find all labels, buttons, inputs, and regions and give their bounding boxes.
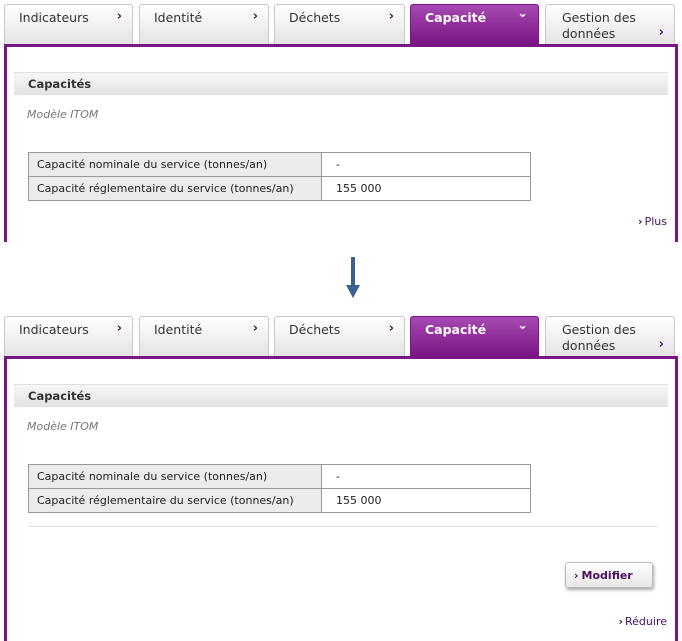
- divider: [28, 526, 658, 527]
- tab-label: Capacité: [425, 10, 487, 25]
- tab-label: Déchets: [289, 10, 341, 25]
- tab-bar: Indicateurs › Identité › Déchets › Capac…: [0, 4, 682, 48]
- row-value: 155 000: [321, 488, 531, 513]
- reduire-link-label: Réduire: [625, 615, 667, 628]
- tab-label: Déchets: [289, 322, 341, 337]
- row-value: -: [321, 464, 531, 489]
- chevron-right-icon: ›: [116, 321, 122, 336]
- model-subtitle: Modèle ITOM: [27, 108, 99, 121]
- content-panel: Capacités Modèle ITOM Capacité nominale …: [4, 44, 678, 242]
- reduire-link[interactable]: › Réduire: [618, 615, 667, 628]
- tab-identite[interactable]: Identité ›: [139, 4, 269, 44]
- tab-gestion-des-donnees[interactable]: Gestion des données ›: [545, 316, 675, 356]
- panel-before: Indicateurs › Identité › Déchets › Capac…: [0, 4, 682, 242]
- chevron-down-icon: ⌄: [517, 318, 528, 333]
- tab-dechets[interactable]: Déchets ›: [274, 4, 405, 44]
- row-label: Capacité nominale du service (tonnes/an): [28, 152, 322, 177]
- tab-bar: Indicateurs › Identité › Déchets › Capac…: [0, 316, 682, 360]
- section-header: Capacités: [14, 72, 668, 95]
- panel-after: Indicateurs › Identité › Déchets › Capac…: [0, 316, 682, 641]
- down-arrow-icon: [346, 257, 360, 298]
- tab-gestion-des-donnees[interactable]: Gestion des données ›: [545, 4, 675, 44]
- tab-label: Gestion des données: [562, 10, 636, 41]
- row-label: Capacité réglementaire du service (tonne…: [28, 176, 322, 201]
- row-label: Capacité nominale du service (tonnes/an): [28, 464, 322, 489]
- tab-label: Identité: [154, 10, 203, 25]
- model-subtitle: Modèle ITOM: [27, 420, 99, 433]
- tab-indicateurs[interactable]: Indicateurs ›: [4, 316, 133, 356]
- tab-capacite[interactable]: Capacité ⌄: [410, 316, 539, 356]
- chevron-right-icon: ›: [618, 615, 624, 628]
- plus-link-label: Plus: [644, 215, 667, 228]
- table-row: Capacité nominale du service (tonnes/an)…: [28, 152, 531, 177]
- tab-label: Identité: [154, 322, 203, 337]
- tab-indicateurs[interactable]: Indicateurs ›: [4, 4, 133, 44]
- section-title: Capacités: [28, 77, 92, 91]
- tab-label: Indicateurs: [19, 10, 89, 25]
- tab-dechets[interactable]: Déchets ›: [274, 316, 405, 356]
- chevron-right-icon: ›: [388, 321, 394, 336]
- chevron-right-icon: ›: [574, 569, 579, 582]
- chevron-down-icon: ⌄: [517, 6, 528, 21]
- modifier-button[interactable]: › Modifier: [565, 562, 653, 588]
- table-row: Capacité réglementaire du service (tonne…: [28, 176, 531, 201]
- table-row: Capacité réglementaire du service (tonne…: [28, 488, 531, 513]
- capacity-table: Capacité nominale du service (tonnes/an)…: [28, 464, 531, 513]
- tab-identite[interactable]: Identité ›: [139, 316, 269, 356]
- chevron-right-icon: ›: [638, 215, 643, 228]
- plus-link[interactable]: › Plus: [638, 215, 667, 228]
- row-value: 155 000: [321, 176, 531, 201]
- capacity-table: Capacité nominale du service (tonnes/an)…: [28, 152, 531, 201]
- tab-label: Indicateurs: [19, 322, 89, 337]
- chevron-right-icon: ›: [388, 9, 394, 24]
- row-label: Capacité réglementaire du service (tonne…: [28, 488, 322, 513]
- chevron-right-icon: ›: [116, 9, 122, 24]
- tab-label: Capacité: [425, 322, 487, 337]
- tab-capacite[interactable]: Capacité ⌄: [410, 4, 539, 44]
- chevron-right-icon: ›: [252, 321, 258, 336]
- chevron-right-icon: ›: [252, 9, 258, 24]
- section-title: Capacités: [28, 389, 92, 403]
- table-row: Capacité nominale du service (tonnes/an)…: [28, 464, 531, 489]
- chevron-right-icon: ›: [658, 25, 664, 40]
- tab-label: Gestion des données: [562, 322, 636, 353]
- content-panel: Capacités Modèle ITOM Capacité nominale …: [4, 356, 678, 641]
- modifier-button-label: Modifier: [581, 569, 633, 582]
- chevron-right-icon: ›: [658, 337, 664, 352]
- row-value: -: [321, 152, 531, 177]
- section-header: Capacités: [14, 384, 668, 407]
